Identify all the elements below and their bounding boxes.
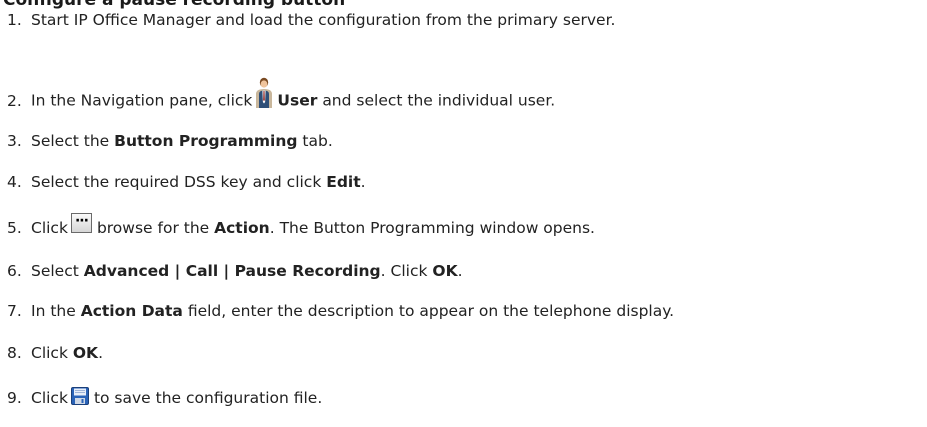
step-text: . [457,262,463,280]
step-bold-text: Action [214,219,270,237]
step-3: 3. Select the Button Programming tab. [7,131,333,151]
step-bold-text: User [277,91,318,110]
step-number: 9. [7,389,22,407]
step-text: Click [31,344,68,362]
step-text: to save the configuration file. [93,389,323,407]
browse-button-icon [70,211,92,233]
step-number: 4. [7,173,22,191]
step-1: 1. Start IP Office Manager and load the c… [7,10,615,30]
step-number: 7. [7,302,22,320]
step-text: Click [31,389,68,407]
step-8: 8. Click OK. [7,343,103,363]
step-bold-text: Action Data [80,302,183,320]
step-bold-text: OK [72,344,99,362]
step-number: 1. [7,11,22,29]
step-text: In the Navigation pane, click [31,91,253,110]
step-4: 4. Select the required DSS key and click … [7,172,366,192]
step-text: and select the individual user. [322,91,556,110]
step-text: tab. [302,132,333,150]
step-text: field, enter the description to appear o… [187,302,675,320]
step-number: 5. [7,219,22,237]
step-text: Select [31,262,79,280]
step-text: In the [31,302,76,320]
step-bold-text: OK [432,262,458,280]
step-bold-text: Button Programming [114,132,298,150]
step-text: Select the required DSS key and click [31,173,322,191]
step-number: 2. [7,91,22,110]
user-icon [254,77,274,109]
step-bold-text: Edit [326,173,361,191]
step-bold-text: Advanced | Call | Pause Recording [83,262,381,280]
section-heading: Configure a pause recording button [3,0,346,10]
step-text: . The Button Programming window opens. [269,219,595,237]
step-5: 5. Click browse for the Action. The Button… [7,211,595,239]
step-text: browse for the [96,219,210,237]
step-6: 6. Select Advanced | Call | Pause Recordi… [7,261,463,281]
step-2: 2. In the Navigation pane, click User and… [7,77,556,117]
step-number: 8. [7,344,22,362]
step-number: 3. [7,132,22,150]
step-number: 6. [7,262,22,280]
step-text: Select the [31,132,110,150]
step-text: Click [31,219,68,237]
step-9: 9. Click to save the configuration file. [7,386,323,408]
step-text: Start IP Office Manager and load the con… [31,11,616,29]
step-7: 7. In the Action Data field, enter the de… [7,301,674,321]
step-text: . [98,344,103,362]
step-text: . Click [380,262,428,280]
save-icon [70,386,89,405]
step-text: . [360,173,366,191]
